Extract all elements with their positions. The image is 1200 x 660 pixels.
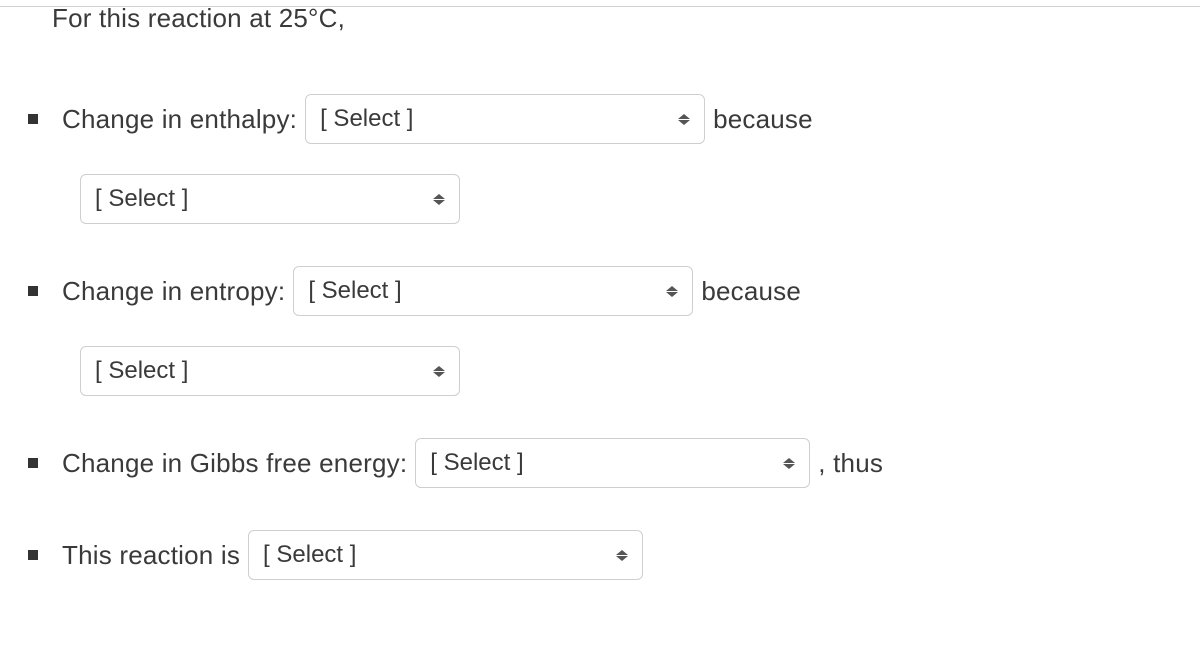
select-placeholder: [ Select ]	[95, 185, 419, 213]
select-placeholder: [ Select ]	[430, 449, 769, 477]
entropy-section: Change in entropy: [ Select ] because [ …	[28, 266, 1172, 396]
select-placeholder: [ Select ]	[308, 277, 652, 305]
reaction-section: This reaction is [ Select ]	[28, 530, 1172, 580]
bullet-icon	[28, 458, 38, 468]
reaction-label: This reaction is	[62, 540, 240, 571]
enthalpy-sub-row: [ Select ]	[72, 174, 1172, 224]
entropy-sub-row: [ Select ]	[72, 346, 1172, 396]
enthalpy-label: Change in enthalpy:	[62, 104, 297, 135]
gibbs-label: Change in Gibbs free energy:	[62, 448, 407, 479]
gibbs-select-1[interactable]: [ Select ]	[415, 438, 810, 488]
entropy-label: Change in entropy:	[62, 276, 285, 307]
chevron-updown-icon	[616, 550, 628, 561]
enthalpy-row: Change in enthalpy: [ Select ] because	[28, 94, 1172, 144]
gibbs-row: Change in Gibbs free energy: [ Select ] …	[28, 438, 1172, 488]
question-content: For this reaction at 25°C, Change in ent…	[0, 3, 1200, 580]
chevron-updown-icon	[783, 458, 795, 469]
intro-text: For this reaction at 25°C,	[28, 3, 1172, 34]
entropy-select-1[interactable]: [ Select ]	[293, 266, 693, 316]
gibbs-after-text: , thus	[818, 448, 883, 479]
chevron-updown-icon	[678, 114, 690, 125]
chevron-updown-icon	[666, 286, 678, 297]
chevron-updown-icon	[433, 366, 445, 377]
enthalpy-select-1[interactable]: [ Select ]	[305, 94, 705, 144]
gibbs-section: Change in Gibbs free energy: [ Select ] …	[28, 438, 1172, 488]
chevron-updown-icon	[433, 194, 445, 205]
bullet-icon	[28, 114, 38, 124]
reaction-select-1[interactable]: [ Select ]	[248, 530, 643, 580]
select-placeholder: [ Select ]	[320, 105, 664, 133]
reaction-row: This reaction is [ Select ]	[28, 530, 1172, 580]
bullet-icon	[28, 550, 38, 560]
entropy-row: Change in entropy: [ Select ] because	[28, 266, 1172, 316]
bullet-icon	[28, 286, 38, 296]
enthalpy-select-2[interactable]: [ Select ]	[80, 174, 460, 224]
enthalpy-after-text: because	[713, 104, 813, 135]
select-placeholder: [ Select ]	[263, 541, 602, 569]
entropy-after-text: because	[701, 276, 801, 307]
entropy-select-2[interactable]: [ Select ]	[80, 346, 460, 396]
select-placeholder: [ Select ]	[95, 357, 419, 385]
enthalpy-section: Change in enthalpy: [ Select ] because […	[28, 94, 1172, 224]
